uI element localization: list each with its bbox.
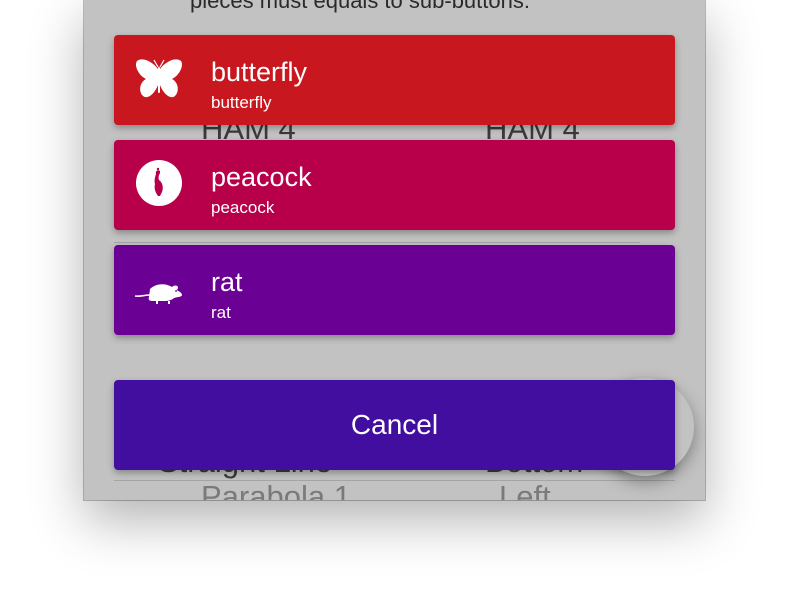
action-subtitle: rat [211, 303, 231, 322]
peacock-button[interactable]: peacock peacock [114, 140, 675, 230]
background-hint-text: pieces must equals to sub-buttons: [190, 0, 530, 13]
action-title: rat [211, 267, 243, 297]
rat-icon [134, 265, 184, 315]
picker-right-next: Left [499, 479, 551, 500]
picker-divider [114, 242, 640, 243]
action-subtitle: butterfly [211, 93, 272, 112]
peacock-icon [134, 160, 184, 210]
action-title: butterfly [211, 57, 308, 87]
rat-button[interactable]: rat rat [114, 245, 675, 335]
butterfly-button[interactable]: butterfly butterfly [114, 35, 675, 125]
picker-divider [114, 480, 675, 481]
action-subtitle: peacock [211, 198, 275, 217]
action-title: peacock [211, 162, 312, 192]
picker-left-next: Parabola 1 [201, 479, 351, 500]
cancel-button[interactable]: Cancel [114, 380, 675, 470]
butterfly-icon [134, 55, 184, 105]
